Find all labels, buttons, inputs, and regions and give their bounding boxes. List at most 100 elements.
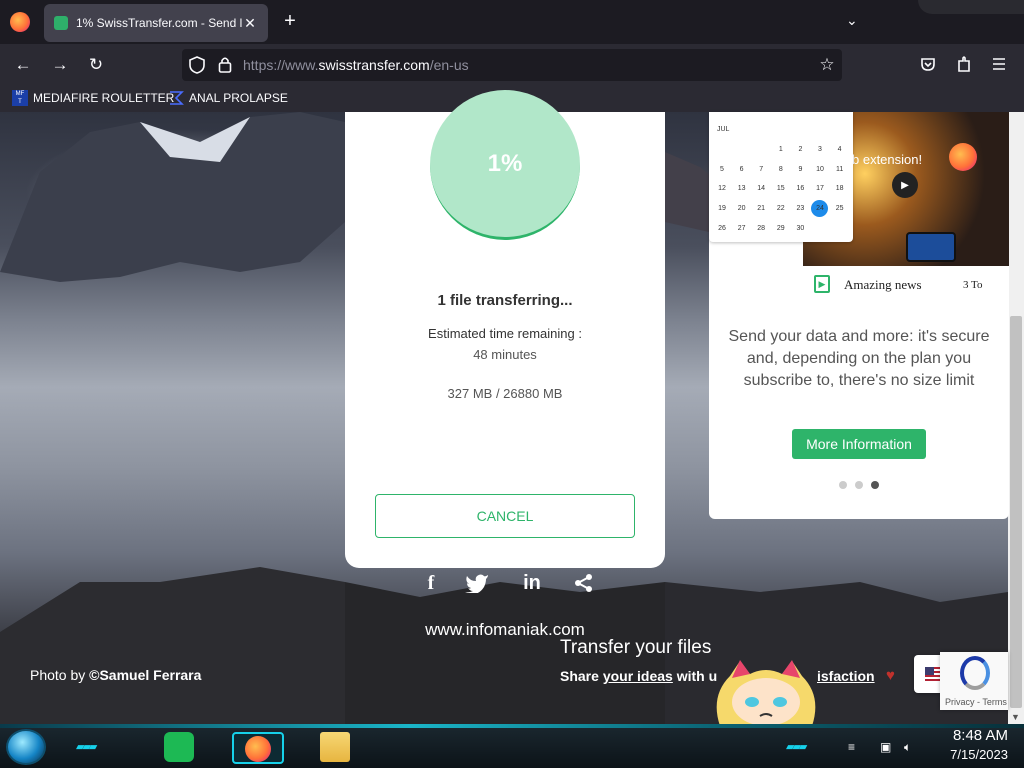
- calendar-day: 13: [737, 185, 746, 193]
- new-tab-button[interactable]: +: [280, 10, 300, 33]
- calendar-day: 11: [835, 165, 844, 173]
- bookmark-anal-prolapse[interactable]: ANAL PROLAPSE: [168, 90, 288, 106]
- lock-icon[interactable]: [218, 56, 232, 74]
- taskbar-date[interactable]: 7/15/2023: [932, 747, 1008, 762]
- recaptcha-logo-icon: [960, 656, 990, 690]
- share-ideas-text: Share your ideas with u: [560, 668, 718, 684]
- scrollbar-thumb[interactable]: [1010, 316, 1022, 708]
- tab-list-button[interactable]: ⌄: [846, 12, 858, 29]
- calendar-day: 16: [796, 185, 805, 193]
- eta-label: Estimated time remaining :: [428, 326, 582, 341]
- taskbar: [0, 724, 1024, 768]
- close-tab-icon[interactable]: ✕: [242, 15, 258, 32]
- satisfaction-link[interactable]: isfaction: [817, 668, 875, 684]
- forward-icon[interactable]: →: [49, 55, 71, 75]
- firefox-taskbar-icon: [245, 736, 271, 762]
- promo-description: Send your data and more: it's secure and…: [728, 328, 990, 389]
- file-explorer-icon[interactable]: [320, 732, 350, 762]
- twitter-icon[interactable]: [465, 573, 489, 593]
- pocket-icon[interactable]: [920, 56, 936, 72]
- heart-icon: ♥: [886, 667, 895, 684]
- network-icon[interactable]: ▣: [880, 740, 891, 754]
- calendar-day: 18: [835, 185, 844, 193]
- start-button[interactable]: [6, 729, 46, 765]
- news-label: Amazing news: [844, 277, 922, 292]
- calendar-month: JUL: [717, 126, 730, 133]
- play-icon[interactable]: ▶: [892, 172, 918, 198]
- calendar-day: 31: [816, 224, 824, 232]
- mediafire-icon: MF T: [12, 90, 28, 106]
- bookmark-label: ANAL PROLAPSE: [189, 91, 288, 105]
- calendar-day: 23: [796, 205, 805, 213]
- taskbar-decor-right: ▰▰▰: [786, 741, 807, 753]
- taskbar-firefox-button[interactable]: [232, 732, 284, 764]
- cancel-button[interactable]: CANCEL: [375, 494, 635, 538]
- transfer-status: 1 file transferring...: [437, 292, 573, 309]
- progress-percent: 1%: [487, 150, 523, 177]
- eta-value: 48 minutes: [473, 347, 537, 362]
- linkedin-icon[interactable]: in: [520, 572, 544, 595]
- transfer-your-files-title: Transfer your files: [560, 637, 712, 658]
- calendar-day: 29: [776, 224, 785, 232]
- taskbar-time[interactable]: 8:48 AM: [936, 727, 1008, 744]
- bookmark-mediafire[interactable]: MF T MEDIAFIRE ROULETTER: [12, 90, 174, 106]
- calendar-day: 8: [778, 165, 783, 173]
- photo-credit: Photo by ©Samuel Ferrara: [30, 667, 202, 683]
- calendar-day: 5: [720, 165, 724, 173]
- calendar-day: 3: [818, 146, 822, 153]
- calendar-day: 12: [718, 185, 726, 193]
- calendar-day: 26: [718, 224, 726, 232]
- calendar-day: 6: [739, 165, 744, 173]
- share-icon[interactable]: [574, 573, 594, 593]
- facebook-icon[interactable]: f: [419, 572, 443, 595]
- calendar-day: 20: [737, 205, 746, 213]
- volume-icon[interactable]: 🔈︎: [904, 740, 911, 755]
- promo-overlay-text: b extension!: [852, 152, 923, 167]
- calendar-day: 28: [757, 224, 766, 232]
- calendar-day: 22: [776, 205, 785, 213]
- calendar-day: 30: [796, 224, 805, 232]
- calendar-day: 27: [737, 224, 746, 232]
- calendar-day: 7: [759, 165, 764, 173]
- calendar-day: 4: [837, 146, 842, 153]
- taskbar-decor-left: ▰▰▰: [76, 741, 97, 753]
- window-controls[interactable]: [918, 0, 1024, 14]
- firefox-icon[interactable]: [10, 12, 30, 32]
- calendar-day: 15: [776, 185, 785, 193]
- news-play-icon: ▶: [814, 275, 830, 293]
- anime-character-sticker: [716, 660, 816, 726]
- calendar-day: 17: [816, 185, 824, 193]
- calendar-day: 2: [798, 146, 803, 153]
- shield-icon[interactable]: [189, 56, 205, 74]
- firefox-logo-icon: [949, 143, 977, 171]
- calendar-day: 9: [798, 165, 803, 173]
- spotify-icon[interactable]: [164, 732, 194, 762]
- bookmark-star-icon[interactable]: ☆: [816, 55, 838, 75]
- bookmark-label: MEDIAFIRE ROULETTER: [33, 91, 175, 105]
- carousel-dot-2[interactable]: [855, 481, 863, 489]
- scroll-down-arrow-icon[interactable]: ▼: [1011, 712, 1020, 722]
- calendar-day: 25: [835, 205, 844, 213]
- recaptcha-links[interactable]: Privacy - Terms: [945, 697, 1007, 707]
- your-ideas-link[interactable]: your ideas: [603, 668, 673, 684]
- more-information-button[interactable]: More Information: [792, 429, 926, 459]
- back-icon[interactable]: ←: [12, 55, 34, 75]
- tray-lines-icon[interactable]: ≡: [848, 740, 855, 754]
- sigma-icon: [170, 91, 184, 105]
- tab-title: 1% SwissTransfer.com - Send la: [76, 16, 242, 30]
- calendar-day: 24: [816, 205, 824, 213]
- calendar-day: 19: [718, 205, 726, 213]
- swisstransfer-icon: [54, 16, 68, 30]
- hamburger-menu-icon[interactable]: [992, 57, 1006, 71]
- calendar-day: 21: [757, 205, 766, 213]
- carousel-dot-1[interactable]: [839, 481, 847, 489]
- taskbar-accent-stripe: [0, 724, 1024, 728]
- url-text[interactable]: https://www.swisstransfer.com/en-us: [243, 57, 469, 73]
- tab-swisstransfer[interactable]: 1% SwissTransfer.com - Send la ✕: [44, 4, 268, 42]
- extensions-icon[interactable]: [956, 55, 972, 73]
- carousel-dot-3[interactable]: [871, 481, 879, 489]
- phone-image: [906, 232, 956, 262]
- transfer-size: 327 MB / 26880 MB: [447, 386, 563, 401]
- calendar-day: 10: [816, 165, 824, 173]
- reload-icon[interactable]: ↻: [85, 55, 107, 75]
